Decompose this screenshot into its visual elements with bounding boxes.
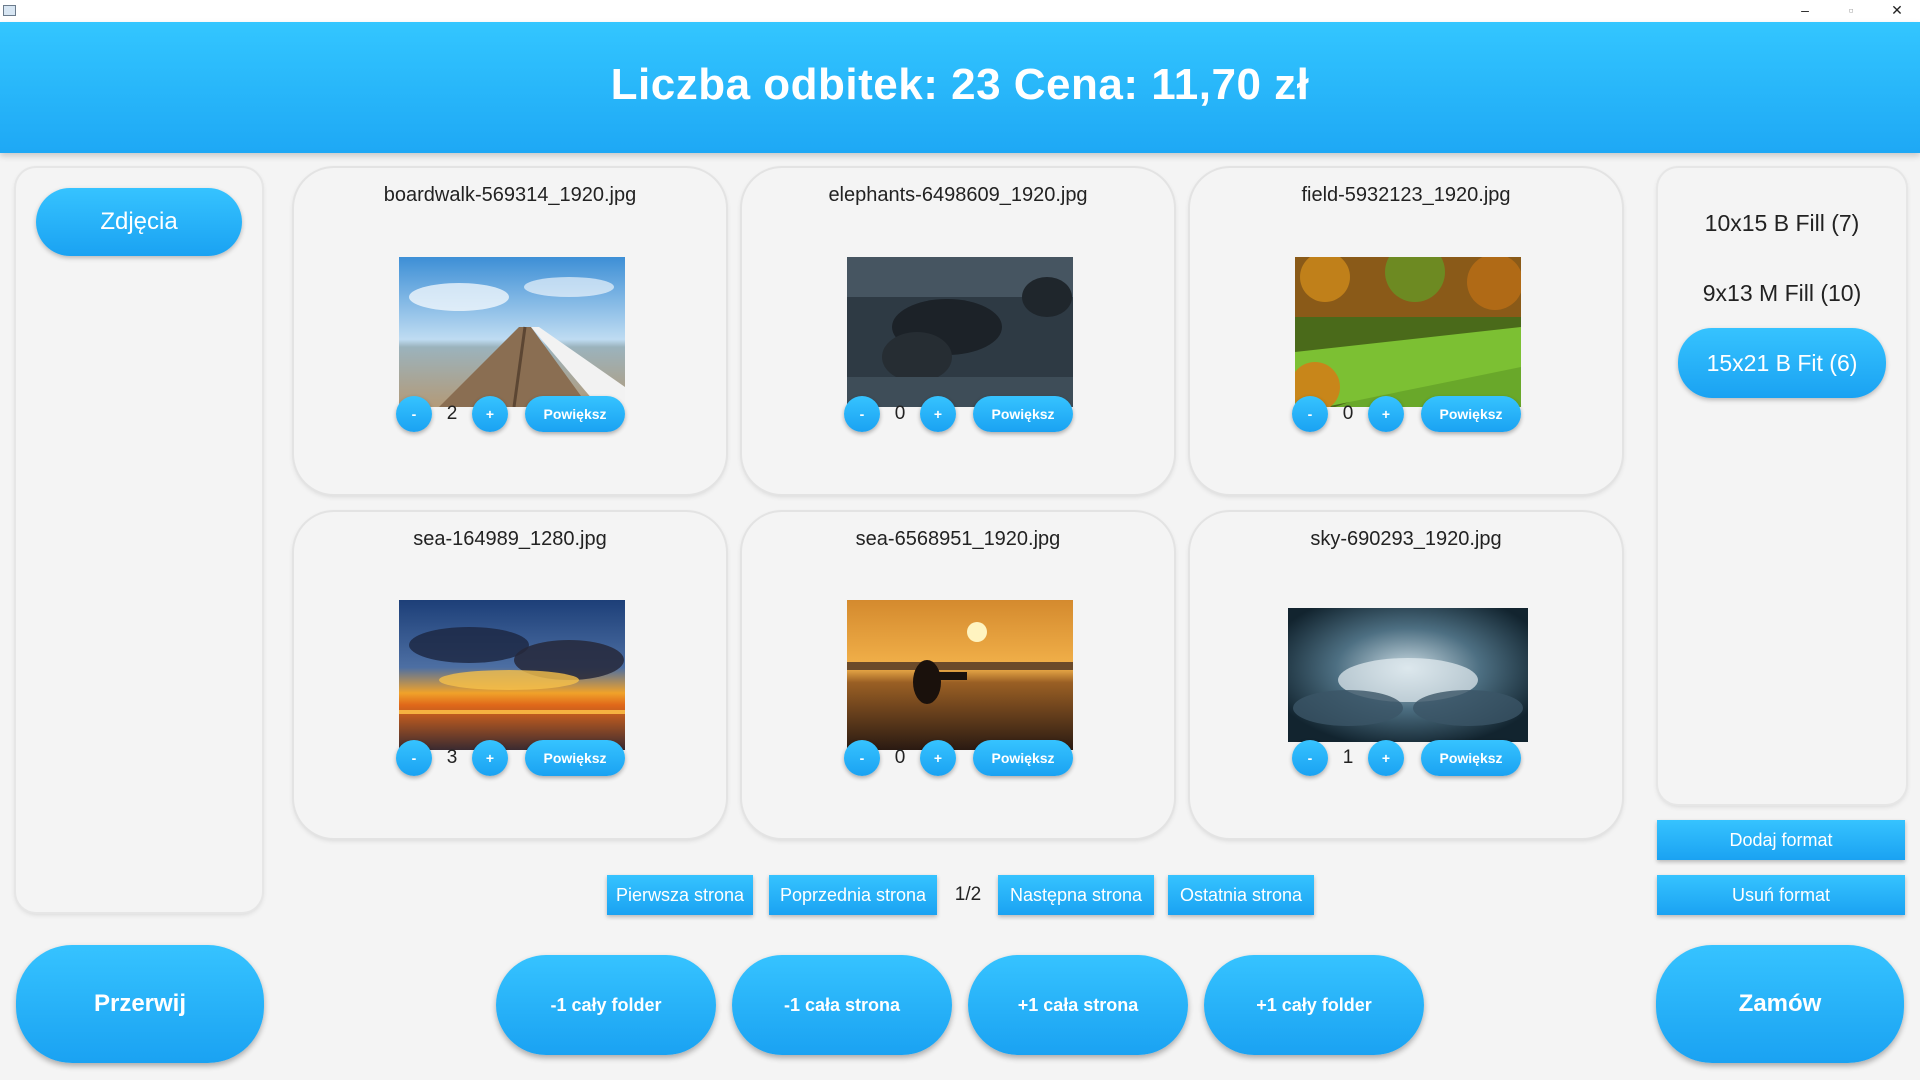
- prints-count-and-price: Liczba odbitek: 23 Cena: 11,70 zł: [610, 60, 1310, 109]
- decrease-quantity-button[interactable]: -: [396, 740, 432, 776]
- format-item[interactable]: 9x13 M Fill (10): [1658, 280, 1906, 307]
- photo-card: sea-164989_1280.jpg - 3 + Powiększ: [294, 512, 726, 838]
- increase-quantity-button[interactable]: +: [472, 740, 508, 776]
- photo-filename: field-5932123_1920.jpg: [1301, 184, 1511, 206]
- minus-page-button[interactable]: -1 cała strona: [732, 955, 952, 1055]
- decrease-quantity-button[interactable]: -: [844, 740, 880, 776]
- decrease-quantity-button[interactable]: -: [396, 396, 432, 432]
- photo-card: field-5932123_1920.jpg - 0 + Powiększ: [1190, 168, 1622, 494]
- increase-quantity-button[interactable]: +: [472, 396, 508, 432]
- zoom-button[interactable]: Powiększ: [973, 396, 1073, 432]
- page-indicator: 1/2: [954, 884, 982, 905]
- abort-button[interactable]: Przerwij: [16, 945, 264, 1063]
- folder-button-zdjecia[interactable]: Zdjęcia: [36, 188, 242, 256]
- next-page-button[interactable]: Następna strona: [998, 875, 1154, 915]
- formats-panel: 10x15 B Fill (7) 9x13 M Fill (10) 15x21 …: [1658, 168, 1906, 804]
- decrease-quantity-button[interactable]: -: [844, 396, 880, 432]
- minus-folder-button[interactable]: -1 cały folder: [496, 955, 716, 1055]
- zoom-button[interactable]: Powiększ: [525, 396, 625, 432]
- elephants-photo: [847, 257, 1073, 407]
- quantity-value: 2: [446, 403, 458, 424]
- add-format-button[interactable]: Dodaj format: [1657, 820, 1905, 860]
- zoom-button[interactable]: Powiększ: [973, 740, 1073, 776]
- boardwalk-photo: [399, 257, 625, 407]
- window-titlebar: – ▫ ✕: [0, 0, 1920, 22]
- photo-filename: boardwalk-569314_1920.jpg: [383, 184, 637, 206]
- field-photo: [1295, 257, 1521, 407]
- format-item[interactable]: 10x15 B Fill (7): [1658, 210, 1906, 237]
- photo-card: elephants-6498609_1920.jpg - 0 + Powięks…: [742, 168, 1174, 494]
- decrease-quantity-button[interactable]: -: [1292, 740, 1328, 776]
- photo-filename: sea-164989_1280.jpg: [413, 528, 607, 550]
- plus-folder-button[interactable]: +1 cały folder: [1204, 955, 1424, 1055]
- previous-page-button[interactable]: Poprzednia strona: [769, 875, 937, 915]
- photo-filename: elephants-6498609_1920.jpg: [828, 184, 1088, 206]
- app-icon: [3, 5, 16, 16]
- sky-photo: [1288, 608, 1528, 742]
- maximize-button[interactable]: ▫: [1828, 0, 1874, 22]
- surfer-photo: [847, 600, 1073, 750]
- order-button[interactable]: Zamów: [1656, 945, 1904, 1063]
- photo-card: boardwalk-569314_1920.jpg - 2 + Powiększ: [294, 168, 726, 494]
- increase-quantity-button[interactable]: +: [920, 396, 956, 432]
- zoom-button[interactable]: Powiększ: [1421, 396, 1521, 432]
- folders-panel: Zdjęcia: [16, 168, 262, 912]
- sunset-photo: [399, 600, 625, 750]
- plus-page-button[interactable]: +1 cała strona: [968, 955, 1188, 1055]
- quantity-value: 0: [1342, 403, 1354, 424]
- increase-quantity-button[interactable]: +: [1368, 740, 1404, 776]
- photo-filename: sea-6568951_1920.jpg: [855, 528, 1061, 550]
- minimize-button[interactable]: –: [1782, 0, 1828, 22]
- quantity-value: 3: [446, 747, 458, 768]
- format-item-selected[interactable]: 15x21 B Fit (6): [1678, 328, 1886, 398]
- remove-format-button[interactable]: Usuń format: [1657, 875, 1905, 915]
- quantity-value: 1: [1342, 747, 1354, 768]
- zoom-button[interactable]: Powiększ: [525, 740, 625, 776]
- photo-filename: sky-690293_1920.jpg: [1310, 528, 1502, 550]
- photo-card: sea-6568951_1920.jpg - 0 + Powiększ: [742, 512, 1174, 838]
- increase-quantity-button[interactable]: +: [1368, 396, 1404, 432]
- last-page-button[interactable]: Ostatnia strona: [1168, 875, 1314, 915]
- first-page-button[interactable]: Pierwsza strona: [607, 875, 753, 915]
- photo-card: sky-690293_1920.jpg - 1 + Powiększ: [1190, 512, 1622, 838]
- close-button[interactable]: ✕: [1874, 0, 1920, 22]
- increase-quantity-button[interactable]: +: [920, 740, 956, 776]
- summary-header: Liczba odbitek: 23 Cena: 11,70 zł: [0, 22, 1920, 153]
- quantity-value: 0: [894, 403, 906, 424]
- decrease-quantity-button[interactable]: -: [1292, 396, 1328, 432]
- zoom-button[interactable]: Powiększ: [1421, 740, 1521, 776]
- quantity-value: 0: [894, 747, 906, 768]
